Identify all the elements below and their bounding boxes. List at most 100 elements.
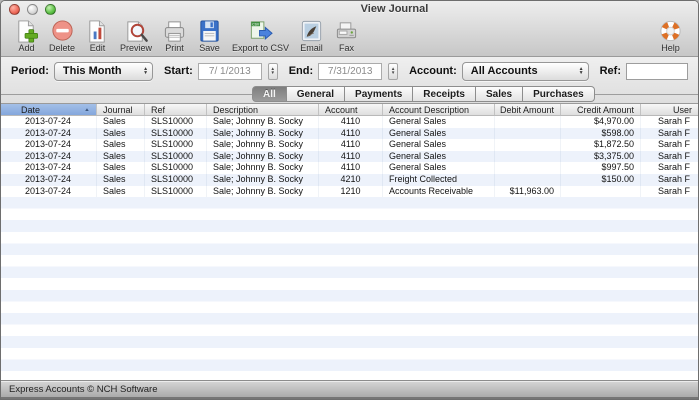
column-header-date[interactable]: Date ▲ (1, 104, 97, 115)
table-cell: Sale; Johnny B. Socky (207, 162, 319, 174)
table-cell: 4210 (319, 173, 383, 186)
column-header-account[interactable]: Account (319, 104, 383, 115)
window-title: View Journal (360, 3, 429, 15)
table-cell: 2013-07-24 (1, 127, 97, 140)
preview-button[interactable]: Preview (115, 19, 157, 53)
tab-payments[interactable]: Payments (345, 86, 414, 102)
table-cell: 2013-07-24 (1, 162, 97, 174)
table-cell: Sale; Johnny B. Socky (207, 173, 319, 186)
mail-stamp-icon (299, 19, 324, 44)
save-button[interactable]: Save (192, 19, 227, 53)
table-cell: 4110 (319, 150, 383, 163)
view-journal-window: View Journal Add Delete Edit Preview Pri… (0, 0, 699, 400)
table-cell: Sarah F (657, 173, 690, 184)
tab-general[interactable]: General (286, 86, 346, 102)
table-empty-area (1, 197, 698, 380)
table-cell: $1,872.50 (561, 139, 641, 151)
doc-magnifier-icon (124, 19, 149, 44)
table-cell: $150.00 (561, 173, 641, 186)
status-bar: Express Accounts © NCH Software (1, 380, 698, 399)
table-row[interactable]: 2013-07-24 Sales SLS10000 Sale; Johnny B. S… (1, 162, 698, 174)
toolbar-button-label: Email (300, 43, 323, 53)
filter-bar: Period: This Month ▲▼ Start: ▲▼ End: ▲▼ … (1, 57, 698, 85)
table-cell: SLS10000 (145, 173, 207, 186)
help-button[interactable]: Help (653, 19, 688, 53)
table-cell: Sarah F (657, 185, 690, 196)
table-cell: $11,963.00 (495, 185, 561, 198)
column-header-credit-amount[interactable]: Credit Amount (561, 104, 641, 115)
table-cell: Sales (97, 185, 145, 198)
column-header-journal[interactable]: Journal (97, 104, 145, 115)
close-button[interactable] (9, 4, 20, 15)
column-header-debit-amount[interactable]: Debit Amount (495, 104, 561, 115)
table-cell: Sale; Johnny B. Socky (207, 150, 319, 163)
table-row[interactable]: 2013-07-24 Sales SLS10000 Sale; Johnny B. S… (1, 139, 698, 151)
toolbar-button-label: Print (165, 43, 184, 53)
window-chrome: View Journal Add Delete Edit Preview Pri… (1, 1, 698, 57)
table-cell: General Sales (383, 150, 495, 163)
start-label: Start: (164, 65, 193, 77)
table-cell: Freight Collected (383, 173, 495, 186)
table-cell: Sales (97, 116, 145, 128)
table-cell: General Sales (383, 162, 495, 174)
table-cell: Sale; Johnny B. Socky (207, 185, 319, 198)
tab-purchases[interactable]: Purchases (523, 86, 595, 102)
email-button[interactable]: Email (294, 19, 329, 53)
table-cell: 2013-07-24 (1, 116, 97, 128)
end-label: End: (288, 65, 314, 77)
table-cell: Sarah F (657, 150, 690, 161)
end-date-stepper[interactable]: ▲ ▼ (388, 62, 399, 80)
table-cell (495, 173, 561, 186)
ref-input[interactable] (626, 62, 688, 80)
delete-button[interactable]: Delete (44, 19, 80, 53)
toolbar-button-label: Fax (339, 43, 355, 53)
printer-icon (162, 19, 187, 44)
table-cell: Sales (97, 139, 145, 151)
svg-text:CSV: CSV (252, 23, 260, 27)
table-cell: 2013-07-24 (1, 150, 97, 163)
period-select[interactable]: This Month ▲ ▼ (53, 61, 154, 81)
table-row[interactable]: 2013-07-24 Sales SLS10000 Sale; Johnny B. S… (1, 150, 698, 163)
tab-sales[interactable]: Sales (475, 86, 524, 102)
table-row[interactable]: 2013-07-24 Sales SLS10000 Sale; Johnny B. S… (1, 127, 698, 140)
toolbar-button-label: Help (661, 43, 680, 53)
table-cell: 4110 (319, 139, 383, 151)
table-row[interactable]: 2013-07-24 Sales SLS10000 Sale; Johnny B. S… (1, 116, 698, 128)
account-select[interactable]: All Accounts ▲ ▼ (461, 61, 589, 81)
table-cell: $3,375.00 (561, 150, 641, 163)
zoom-button[interactable] (45, 4, 56, 15)
toolbar-button-label: Edit (89, 43, 106, 53)
table-header: Date ▲ Journal Ref Description Account A… (1, 103, 698, 116)
table-cell: Sarah F (657, 162, 690, 173)
export-to-csv-button[interactable]: CSV Export to CSV (227, 19, 294, 53)
titlebar[interactable]: View Journal (1, 1, 698, 18)
add-button[interactable]: Add (9, 19, 44, 53)
table-cell: General Sales (383, 116, 495, 128)
column-header-description[interactable]: Description (207, 104, 319, 115)
table-cell: $997.50 (561, 162, 641, 174)
table-cell: Sarah F (657, 139, 690, 150)
popup-arrows-icon: ▲ ▼ (143, 65, 149, 76)
column-header-user[interactable]: User (641, 104, 698, 115)
start-date-field[interactable] (197, 62, 262, 80)
popup-arrows-icon: ▲ ▼ (578, 65, 584, 76)
table-cell: Sales (97, 173, 145, 186)
journal-table: Date ▲ Journal Ref Description Account A… (1, 103, 698, 380)
table-cell: 1210 (319, 185, 383, 198)
edit-button[interactable]: Edit (80, 19, 115, 53)
table-cell: 2013-07-24 (1, 185, 97, 198)
end-date-field[interactable] (318, 62, 383, 80)
sort-ascending-icon: ▲ (84, 107, 90, 112)
print-button[interactable]: Print (157, 19, 192, 53)
toolbar: Add Delete Edit Preview Print Save CSV E… (1, 18, 698, 56)
column-header-ref[interactable]: Ref (145, 104, 207, 115)
fax-button[interactable]: Fax (329, 19, 364, 53)
table-row[interactable]: 2013-07-24 Sales SLS10000 Sale; Johnny B. S… (1, 173, 698, 186)
table-row[interactable]: 2013-07-24 Sales SLS10000 Sale; Johnny B. S… (1, 185, 698, 198)
tab-all[interactable]: All (252, 86, 287, 102)
tab-receipts[interactable]: Receipts (413, 86, 476, 102)
start-date-stepper[interactable]: ▲ ▼ (267, 62, 278, 80)
minimize-button[interactable] (27, 4, 38, 15)
table-cell: Sales (97, 162, 145, 174)
column-header-account-description[interactable]: Account Description (383, 104, 495, 115)
